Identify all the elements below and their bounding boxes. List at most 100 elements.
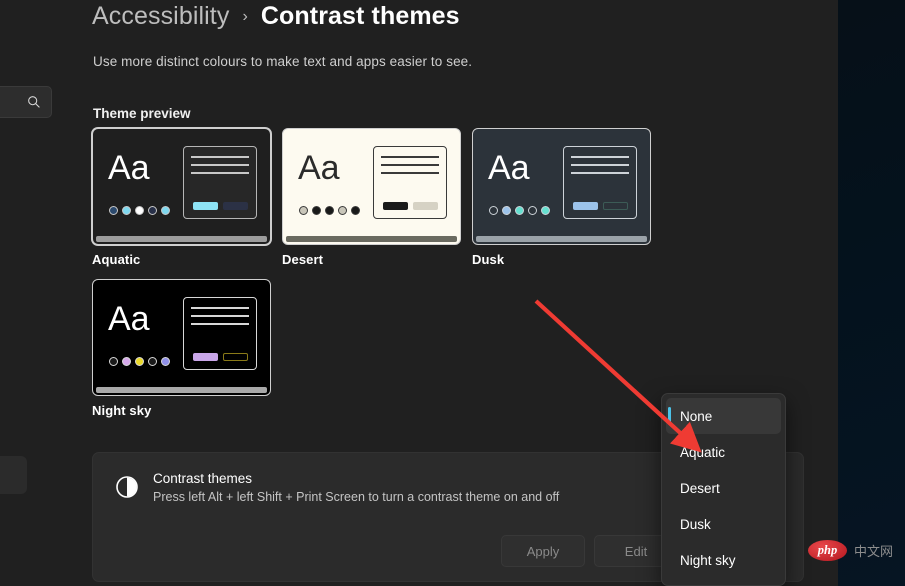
watermark-text: 中文网: [854, 544, 894, 559]
theme-card-preview[interactable]: Aa: [92, 128, 271, 245]
theme-card-preview[interactable]: Aa: [282, 128, 461, 245]
breadcrumb: Accessibility › Contrast themes: [92, 2, 460, 31]
dropdown-item-dusk[interactable]: Dusk: [666, 506, 781, 542]
palette-dot: [351, 206, 360, 215]
mini-window-primary-button: [193, 202, 218, 210]
mini-window-primary-button: [383, 202, 408, 210]
mini-window-preview: [373, 146, 447, 219]
palette-dot: [489, 206, 498, 215]
mini-window-preview: [563, 146, 637, 219]
mini-taskbar: [96, 236, 267, 242]
contrast-icon: [115, 475, 139, 499]
mini-window-line: [191, 156, 249, 158]
page-title: Contrast themes: [260, 2, 460, 30]
theme-card-label: Night sky: [92, 403, 152, 418]
search-icon: [27, 95, 41, 109]
mini-window-primary-button: [193, 353, 218, 361]
palette-dot: [161, 206, 170, 215]
theme-card-desert[interactable]: Aa Desert: [282, 128, 472, 267]
desktop-background-strip: [838, 0, 905, 586]
palette-dots: [299, 206, 360, 215]
palette-dot: [161, 357, 170, 366]
contrast-theme-dropdown-menu[interactable]: None Aquatic Desert Dusk Night sky: [661, 393, 786, 586]
mini-taskbar: [96, 387, 267, 393]
sample-text: Aa: [108, 149, 150, 187]
left-panel-stub: [0, 456, 27, 494]
theme-preview-grid: Aa Aquatic Aa Desert Aa Dusk Aa Night sky: [92, 128, 672, 430]
theme-card-preview[interactable]: Aa: [472, 128, 651, 245]
sample-text: Aa: [108, 300, 150, 338]
palette-dot: [135, 357, 144, 366]
theme-card-dusk[interactable]: Aa Dusk: [472, 128, 662, 267]
dropdown-item-desert[interactable]: Desert: [666, 470, 781, 506]
dropdown-item-aquatic[interactable]: Aquatic: [666, 434, 781, 470]
mini-window-line: [381, 172, 439, 174]
dropdown-item-none[interactable]: None: [666, 398, 781, 434]
palette-dots: [109, 357, 170, 366]
mini-window-secondary-button: [603, 202, 628, 210]
mini-window-line: [381, 156, 439, 158]
palette-dot: [135, 206, 144, 215]
panel-description: Press left Alt + left Shift + Print Scre…: [153, 490, 560, 504]
settings-window: Accessibility › Contrast themes Use more…: [0, 0, 905, 586]
mini-window-line: [191, 164, 249, 166]
scrollbar-track[interactable]: [820, 0, 828, 586]
mini-window-line: [381, 164, 439, 166]
mini-window-line: [571, 172, 629, 174]
palette-dot: [122, 206, 131, 215]
palette-dot: [502, 206, 511, 215]
palette-dot: [338, 206, 347, 215]
palette-dot: [148, 206, 157, 215]
theme-card-label: Dusk: [472, 252, 505, 267]
watermark: php 中文网: [808, 540, 893, 561]
page-subtitle: Use more distinct colours to make text a…: [93, 54, 473, 69]
mini-window-line: [571, 156, 629, 158]
palette-dot: [109, 357, 118, 366]
mini-window-line: [191, 172, 249, 174]
mini-window-buttons: [573, 202, 628, 210]
dropdown-item-night-sky[interactable]: Night sky: [666, 542, 781, 578]
palette-dot: [541, 206, 550, 215]
palette-dots: [109, 206, 170, 215]
mini-taskbar: [286, 236, 457, 242]
palette-dot: [325, 206, 334, 215]
palette-dots: [489, 206, 550, 215]
mini-window-lines: [381, 156, 439, 180]
theme-card-aquatic[interactable]: Aa Aquatic: [92, 128, 282, 267]
mini-window-line: [191, 323, 249, 325]
sample-text: Aa: [298, 149, 340, 187]
search-input[interactable]: [0, 86, 52, 118]
mini-window-primary-button: [573, 202, 598, 210]
mini-window-line: [571, 164, 629, 166]
theme-card-preview[interactable]: Aa: [92, 279, 271, 396]
mini-window-lines: [191, 307, 249, 331]
palette-dot: [122, 357, 131, 366]
mini-window-preview: [183, 297, 257, 370]
mini-taskbar: [476, 236, 647, 242]
theme-card-night-sky[interactable]: Aa Night sky: [92, 279, 282, 418]
mini-window-lines: [191, 156, 249, 180]
mini-window-secondary-button: [413, 202, 438, 210]
mini-window-preview: [183, 146, 257, 219]
apply-button[interactable]: Apply: [501, 535, 585, 567]
mini-window-line: [191, 315, 249, 317]
sample-text: Aa: [488, 149, 530, 187]
palette-dot: [528, 206, 537, 215]
mini-window-buttons: [383, 202, 438, 210]
mini-window-lines: [571, 156, 629, 180]
theme-card-label: Desert: [282, 252, 324, 267]
panel-title: Contrast themes: [153, 471, 253, 486]
palette-dot: [515, 206, 524, 215]
mini-window-line: [191, 307, 249, 309]
breadcrumb-parent[interactable]: Accessibility: [92, 2, 229, 31]
mini-window-secondary-button: [223, 353, 248, 361]
palette-dot: [109, 206, 118, 215]
theme-preview-label: Theme preview: [93, 106, 191, 121]
mini-window-buttons: [193, 202, 248, 210]
mini-window-secondary-button: [223, 202, 248, 210]
breadcrumb-separator-icon: ›: [242, 8, 248, 25]
mini-window-buttons: [193, 353, 248, 361]
palette-dot: [148, 357, 157, 366]
theme-card-label: Aquatic: [92, 252, 141, 267]
php-logo: php: [808, 540, 847, 561]
